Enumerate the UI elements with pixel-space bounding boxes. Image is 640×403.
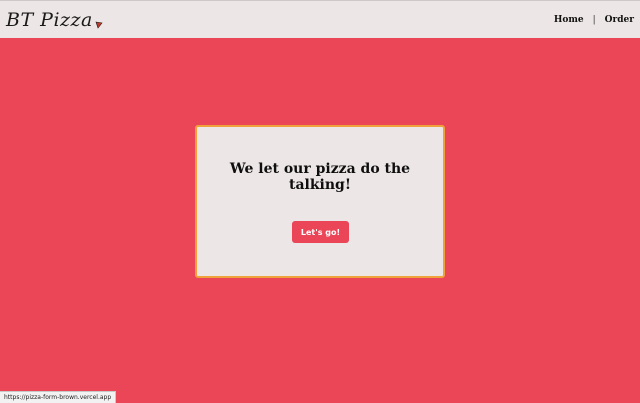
hero-card: We let our pizza do the talking! Let's g… [195,125,445,278]
brand-logo[interactable]: BT Pizza [6,7,103,33]
status-bar-url: https://pizza-form-brown.vercel.app [0,391,117,403]
lets-go-button[interactable]: Let's go! [292,221,349,243]
hero-title: We let our pizza do the talking! [229,161,411,193]
top-navbar: BT Pizza Home | Order [0,0,640,38]
nav-links: Home | Order [554,1,634,39]
brand-name: BT Pizza [6,9,93,31]
nav-link-order[interactable]: Order [605,15,634,25]
pizza-slice-icon [95,12,103,29]
nav-link-home[interactable]: Home [554,15,584,25]
nav-separator: | [592,15,596,25]
